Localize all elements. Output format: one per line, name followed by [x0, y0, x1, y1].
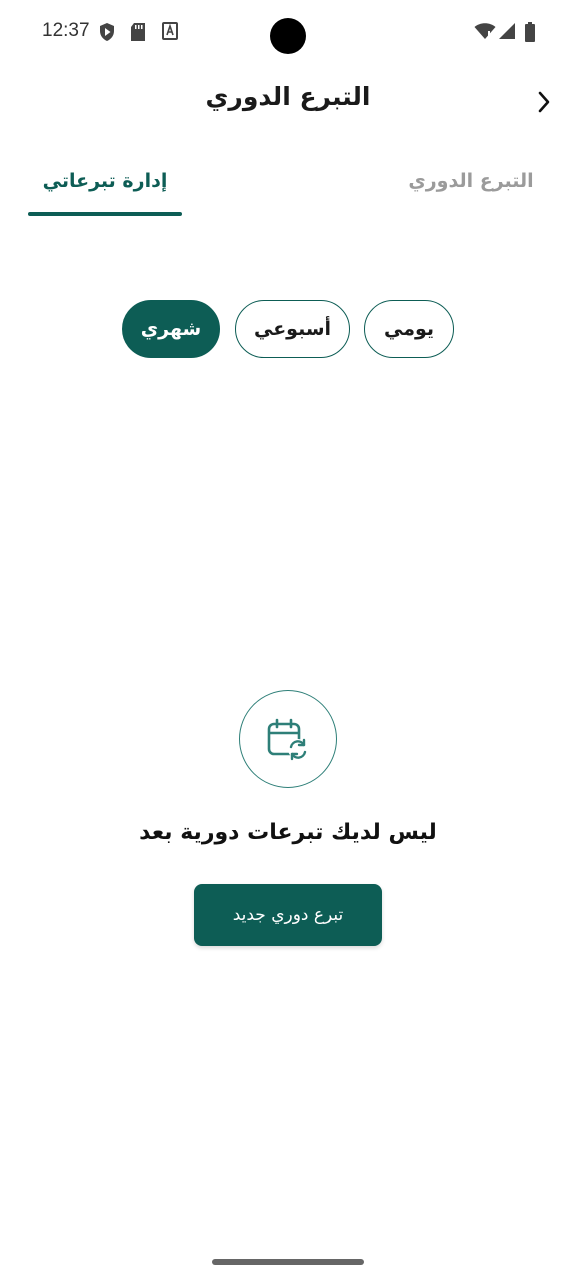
active-tab-indicator — [28, 212, 182, 216]
filter-chip-weekly[interactable]: أسبوعي — [235, 300, 350, 358]
tab-periodic-donation[interactable]: التبرع الدوري — [396, 170, 546, 218]
battery-icon — [525, 22, 535, 42]
keyboard-a-icon — [162, 22, 178, 40]
front-camera — [270, 18, 306, 54]
signal-icon — [499, 23, 515, 39]
tab-manage-my-donations[interactable]: إدارة تبرعاتي — [28, 170, 182, 218]
back-button[interactable] — [528, 86, 560, 118]
shield-play-icon — [100, 23, 114, 41]
status-bar: 12:37 — [0, 0, 576, 64]
filter-chip-daily[interactable]: يومي — [364, 300, 454, 358]
status-time: 12:37 — [42, 20, 90, 41]
home-indicator[interactable] — [212, 1259, 364, 1265]
page-title: التبرع الدوري — [205, 82, 371, 111]
new-periodic-donation-button[interactable]: تبرع دوري جديد — [194, 884, 382, 946]
wifi-icon — [474, 23, 496, 39]
sd-card-icon — [131, 23, 145, 41]
calendar-repeat-icon — [267, 718, 308, 761]
empty-state-message: ليس لديك تبرعات دورية بعد — [139, 820, 437, 845]
empty-state-icon-container — [239, 690, 337, 788]
filter-chip-monthly[interactable]: شهري — [122, 300, 220, 358]
chevron-right-icon — [538, 91, 550, 113]
